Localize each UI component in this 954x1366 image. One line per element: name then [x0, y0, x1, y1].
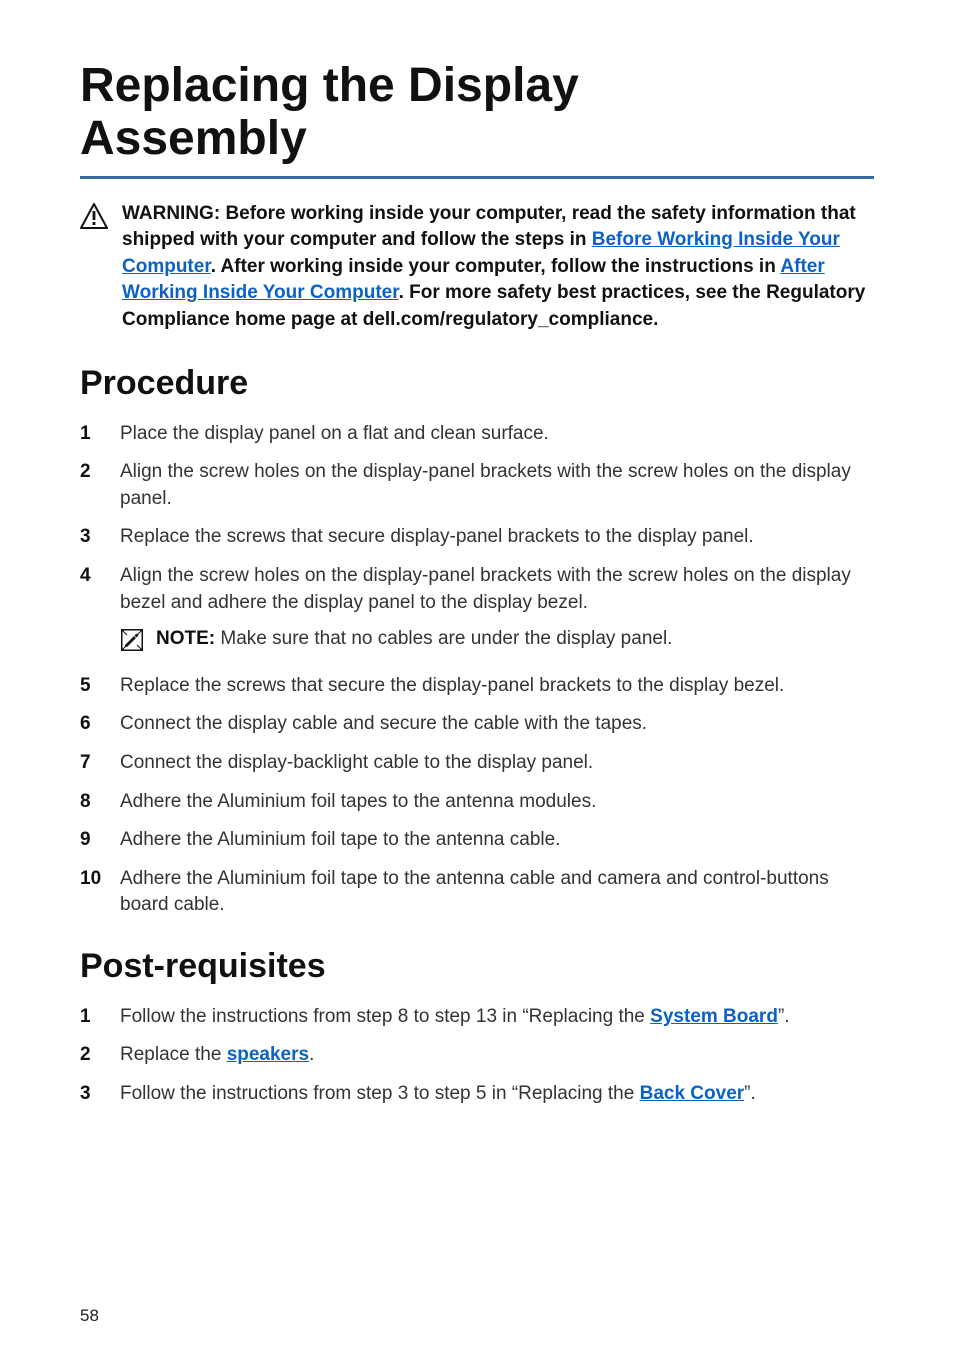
note-content: NOTE: Make sure that no cables are under… — [156, 626, 672, 653]
step-text: Replace the screws that secure the displ… — [120, 675, 784, 696]
post-step: Follow the instructions from step 3 to s… — [80, 1081, 874, 1108]
procedure-step: Align the screw holes on the display-pan… — [80, 563, 874, 661]
post-text: Follow the instructions from step 8 to s… — [120, 1006, 650, 1027]
system-board-link[interactable]: System Board — [650, 1006, 778, 1027]
procedure-step: Adhere the Aluminium foil tape to the an… — [80, 866, 874, 919]
procedure-list: Place the display panel on a flat and cl… — [80, 421, 874, 919]
step-text: Align the screw holes on the display-pan… — [120, 461, 851, 509]
step-text: Adhere the Aluminium foil tapes to the a… — [120, 791, 596, 812]
procedure-step: Connect the display cable and secure the… — [80, 711, 874, 738]
post-text: Replace the — [120, 1044, 227, 1065]
procedure-step: Align the screw holes on the display-pan… — [80, 459, 874, 512]
step-text: Replace the screws that secure display-p… — [120, 526, 754, 547]
step-text: Align the screw holes on the display-pan… — [120, 565, 851, 613]
post-step: Follow the instructions from step 8 to s… — [80, 1004, 874, 1031]
title-line-2: Assembly — [80, 112, 307, 165]
warning-triangle-icon — [80, 203, 108, 238]
note-block: NOTE: Make sure that no cables are under… — [120, 626, 874, 661]
page-container: Replacing the Display Assembly WARNING: … — [0, 0, 954, 1366]
post-requisites-list: Follow the instructions from step 8 to s… — [80, 1004, 874, 1108]
procedure-step: Adhere the Aluminium foil tape to the an… — [80, 827, 874, 854]
warning-text: WARNING: Before working inside your comp… — [122, 201, 874, 334]
warning-lead: WARNING: — [122, 203, 225, 224]
speakers-link[interactable]: speakers — [227, 1044, 309, 1065]
post-step: Replace the speakers. — [80, 1042, 874, 1069]
step-text: Connect the display cable and secure the… — [120, 713, 647, 734]
back-cover-link[interactable]: Back Cover — [640, 1083, 745, 1104]
post-requisites-heading: Post-requisites — [80, 947, 874, 986]
step-text: Adhere the Aluminium foil tape to the an… — [120, 829, 560, 850]
step-text: Place the display panel on a flat and cl… — [120, 423, 549, 444]
procedure-step: Adhere the Aluminium foil tapes to the a… — [80, 789, 874, 816]
title-underline — [80, 176, 874, 179]
post-text-tail: ”. — [744, 1083, 756, 1104]
warning-part2: . After working inside your computer, fo… — [211, 256, 781, 277]
procedure-step: Place the display panel on a flat and cl… — [80, 421, 874, 448]
note-label: NOTE: — [156, 628, 220, 649]
post-text-tail: ”. — [778, 1006, 790, 1027]
pencil-note-icon — [120, 628, 144, 661]
procedure-step: Replace the screws that secure display-p… — [80, 524, 874, 551]
post-text-tail: . — [309, 1044, 314, 1065]
page-number: 58 — [80, 1306, 99, 1326]
title-line-1: Replacing the Display — [80, 59, 579, 112]
procedure-step: Replace the screws that secure the displ… — [80, 673, 874, 700]
warning-block: WARNING: Before working inside your comp… — [80, 201, 874, 334]
page-title: Replacing the Display Assembly — [80, 60, 874, 166]
procedure-heading: Procedure — [80, 364, 874, 403]
note-text: Make sure that no cables are under the d… — [220, 628, 672, 649]
post-text: Follow the instructions from step 3 to s… — [120, 1083, 640, 1104]
procedure-step: Connect the display-backlight cable to t… — [80, 750, 874, 777]
step-text: Adhere the Aluminium foil tape to the an… — [120, 868, 829, 916]
step-text: Connect the display-backlight cable to t… — [120, 752, 593, 773]
